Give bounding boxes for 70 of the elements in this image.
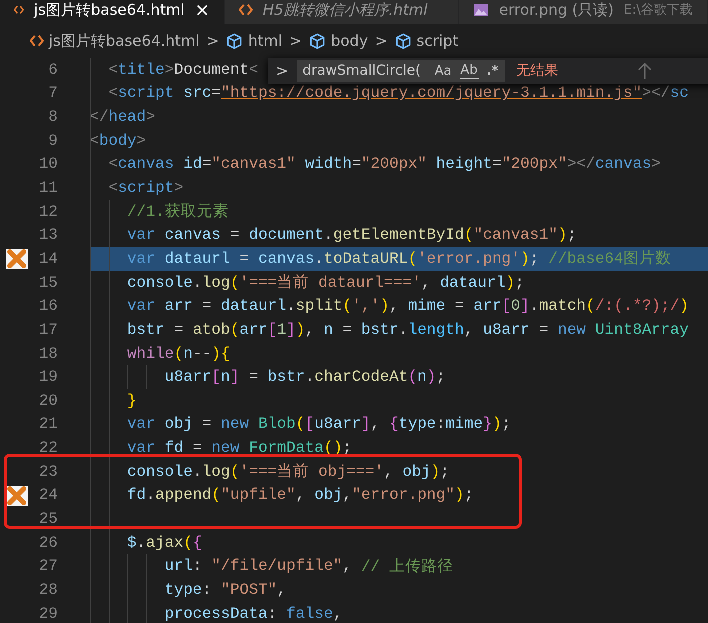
- cube-icon: [226, 32, 244, 50]
- code-line: var obj = new Blob([u8arr], {type:mime});: [90, 412, 708, 436]
- line-number: 12: [39, 202, 58, 221]
- breadcrumb-item[interactable]: js图片转base64.html: [49, 32, 200, 50]
- line-number: 13: [39, 226, 58, 244]
- code-line: <script>: [90, 176, 708, 200]
- code-line: console.log('===当前 dataurl===', dataurl);: [90, 270, 708, 294]
- code-line: bstr = atob(arr[1]), n = bstr.length, u8arr = new Uint8Array: [90, 318, 708, 342]
- line-number: 21: [39, 415, 58, 434]
- code-line: </head>: [90, 105, 708, 129]
- code-line: url: "/file/upfile", // 上传路径: [90, 554, 708, 578]
- breadcrumb-item[interactable]: html: [248, 32, 283, 50]
- line-number: 22: [39, 439, 58, 458]
- code-icon: [239, 4, 253, 16]
- code-icon: [14, 4, 24, 16]
- line-number: 7: [48, 84, 58, 102]
- line-number: 16: [39, 297, 58, 316]
- code-line: processData: false,: [90, 602, 708, 623]
- line-number: 27: [39, 557, 58, 576]
- line-number: 25: [39, 510, 58, 528]
- tab-description: E:\谷歌下载: [624, 2, 693, 19]
- code-line: fd.append("upfile", obj,"error.png");: [90, 484, 708, 508]
- breadcrumb-separator: >: [290, 32, 302, 50]
- match-case-toggle[interactable]: Aa: [434, 64, 452, 78]
- breadcrumb-item[interactable]: body: [331, 32, 368, 50]
- close-button[interactable]: ×: [194, 0, 210, 20]
- whole-word-toggle[interactable]: Ab: [460, 63, 479, 79]
- regex-toggle[interactable]: .*: [486, 64, 499, 78]
- cube-icon: [394, 32, 412, 50]
- breadcrumb-separator: >: [375, 32, 388, 50]
- code-line: <script src="https://code.jquery.com/jquery-3.1.1.min.js"></sc: [90, 82, 708, 106]
- code-line: var canvas = document.getElementById("canvas1");: [90, 223, 708, 248]
- line-number: 8: [48, 108, 58, 126]
- line-number: 26: [39, 534, 58, 552]
- line-number: 6: [48, 60, 58, 79]
- search-field[interactable]: drawSmallCircle( Aa Ab .*: [296, 60, 505, 82]
- code-line: //1.获取元素: [90, 200, 708, 224]
- code-icon: [30, 35, 44, 47]
- line-number: 10: [39, 155, 58, 174]
- line-number: 9: [48, 132, 58, 150]
- code-line: type: "POST",: [90, 578, 708, 602]
- line-number: 28: [39, 580, 58, 599]
- code-line: u8arr[n] = bstr.charCodeAt(n);: [90, 365, 708, 389]
- code-line: }: [90, 388, 708, 413]
- arrow-up-icon[interactable]: [636, 62, 653, 80]
- image-icon: [473, 3, 490, 17]
- code-line: var arr = dataurl.split(','), mime = arr[0].match(/:(.*?);/): [90, 294, 708, 318]
- breadcrumb-separator: >: [206, 32, 220, 50]
- code-line: $.ajax({: [90, 530, 708, 554]
- cube-icon: [309, 32, 326, 50]
- line-number: 20: [39, 392, 58, 410]
- editor-tab[interactable]: js图片转base64.html ×: [0, 0, 225, 24]
- code-line: <canvas id="canvas1" width="200px" height="200px"></canvas>: [90, 152, 708, 176]
- line-number: 24: [39, 486, 58, 504]
- no-results-text: 无结果: [516, 62, 559, 80]
- code-line: while(n--){: [90, 342, 708, 366]
- line-number: 14: [39, 250, 58, 268]
- line-number: 29: [39, 604, 58, 623]
- line-number: 18: [39, 344, 58, 362]
- code-line: console.log('===当前 obj===', obj);: [90, 460, 708, 484]
- line-number: 17: [39, 320, 58, 339]
- code-line: <body>: [90, 128, 708, 153]
- breadcrumb-item[interactable]: script: [416, 32, 459, 50]
- editor-tab[interactable]: error.png (只读) E:\谷歌下载: [459, 0, 708, 24]
- expand-toggle[interactable]: >: [268, 62, 289, 80]
- line-number: 11: [39, 179, 58, 198]
- line-number: 19: [39, 368, 58, 386]
- editor-tab[interactable]: H5跳转微信小程序.html: [225, 0, 460, 24]
- line-number: 23: [39, 462, 58, 481]
- line-number: 15: [39, 274, 58, 292]
